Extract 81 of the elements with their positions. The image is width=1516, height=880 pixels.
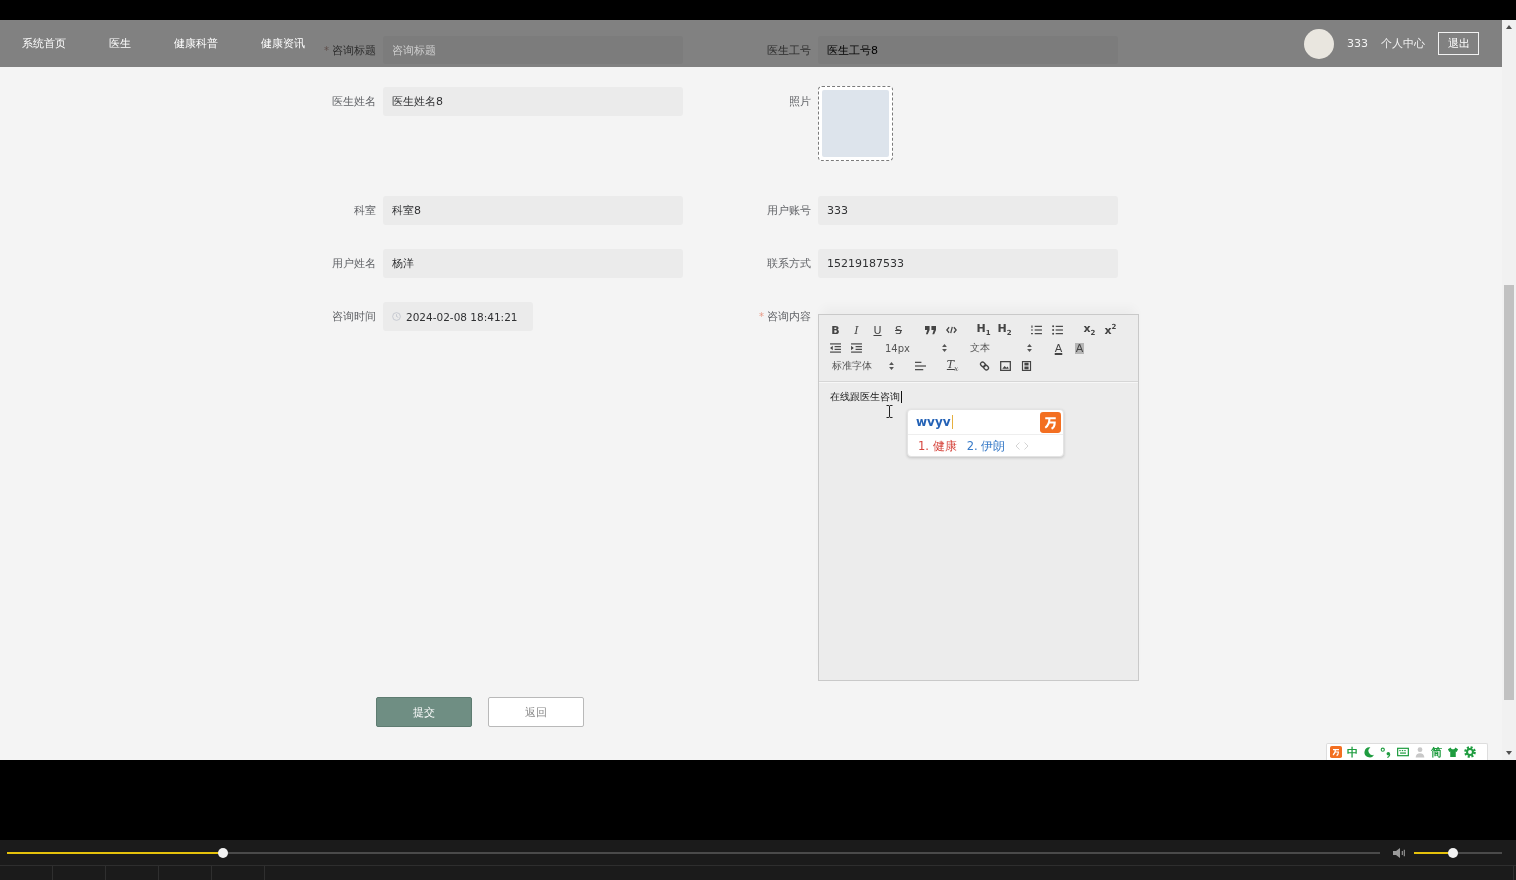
ime-candidate[interactable]: 2. 伊朗 [966, 438, 1006, 454]
align-left-icon [915, 361, 926, 371]
indent-icon [851, 343, 862, 353]
bullet-list-icon [1052, 325, 1063, 335]
field-label: 医生工号 [767, 43, 811, 58]
ime-candidate[interactable]: 1. 健康 [918, 438, 957, 454]
text-cursor-icon [886, 405, 893, 418]
image-icon [1000, 361, 1011, 371]
updown-arrows-icon [942, 344, 947, 352]
film-icon [1021, 361, 1032, 371]
submit-button[interactable]: 提交 [376, 697, 472, 727]
dropdown-select[interactable]: 标准字体 [825, 357, 899, 375]
settings-icon[interactable] [1464, 746, 1476, 758]
field-label: 医生姓名 [332, 94, 376, 109]
nav-link[interactable]: 健康科普 [174, 36, 218, 51]
scrollbar-thumb[interactable] [1504, 285, 1514, 700]
logout-button[interactable]: 退出 [1438, 32, 1479, 55]
text-field[interactable]: 杨洋 [383, 249, 683, 278]
field-label: 用户姓名 [332, 256, 376, 271]
ime-input-text: wvyv [916, 415, 951, 429]
profile-link[interactable]: 个人中心 [1381, 36, 1425, 51]
text-color-button[interactable]: A [1048, 339, 1069, 357]
script-button[interactable]: x$_{2}$ [1079, 321, 1100, 339]
keyboard-icon[interactable] [1397, 746, 1409, 758]
field-label: 照片 [789, 94, 811, 109]
code-icon [946, 325, 957, 335]
avatar[interactable] [1304, 28, 1334, 59]
clear-format-button[interactable]: T$_{x}$ [942, 357, 963, 375]
script-button[interactable]: x$^{2}$ [1100, 321, 1121, 339]
field-label: 科室 [354, 203, 376, 218]
field-label: 咨询标题 [332, 43, 376, 58]
scrollbar[interactable] [1502, 20, 1516, 760]
text-caret [951, 415, 953, 429]
ime-mode-toggle[interactable]: 简 [1431, 746, 1442, 758]
nav-link[interactable]: 健康资讯 [261, 36, 305, 51]
numbered-list-icon [1031, 325, 1042, 335]
text-field[interactable]: 医生工号8 [818, 36, 1118, 64]
field-label: 咨询内容 [767, 309, 811, 324]
seek-handle[interactable] [217, 847, 228, 858]
username: 333 [1347, 37, 1368, 50]
date-time-field[interactable]: 2024-02-08 18:41:21 [383, 302, 533, 331]
ime-logo-icon[interactable] [1040, 411, 1061, 433]
nav-link[interactable]: 系统首页 [22, 36, 66, 51]
text-caret [901, 391, 902, 403]
italic-button[interactable]: I [846, 321, 867, 339]
moon-icon[interactable] [1363, 746, 1375, 758]
bold-button[interactable]: B [825, 321, 846, 339]
outdent-icon [830, 343, 841, 353]
heading-button[interactable]: H$_{1}$ [973, 321, 994, 339]
field-label: 联系方式 [767, 256, 811, 271]
field-label: 用户账号 [767, 203, 811, 218]
ime-logo-icon[interactable] [1330, 746, 1342, 758]
photo-upload-frame[interactable] [818, 86, 893, 161]
back-button[interactable]: 返回 [488, 697, 584, 727]
dropdown-select[interactable]: 文本 [963, 339, 1037, 357]
quote-icon [925, 325, 936, 335]
text-field[interactable]: 15219187533 [818, 249, 1118, 278]
underline-button[interactable]: U [867, 321, 888, 339]
heading-button[interactable]: H$_{2}$ [994, 321, 1015, 339]
ime-mode-toggle[interactable]: 中 [1347, 746, 1358, 758]
required-mark: * [324, 45, 329, 56]
updown-arrows-icon [889, 362, 894, 370]
required-mark: * [759, 311, 764, 322]
editor-text: 在线跟医生咨询 [830, 390, 900, 404]
shirt-icon[interactable] [1447, 746, 1459, 758]
highlight-color-button[interactable]: A [1069, 339, 1090, 357]
updown-arrows-icon [1027, 344, 1032, 352]
speaker-icon[interactable] [1393, 846, 1407, 859]
strikethrough-button[interactable]: S [888, 321, 909, 339]
text-field[interactable]: 科室8 [383, 196, 683, 225]
punctuation-icon[interactable] [1380, 746, 1392, 758]
text-field[interactable]: 333 [818, 196, 1118, 225]
volume-handle[interactable] [1447, 847, 1458, 858]
text-field[interactable]: 咨询标题 [383, 36, 683, 64]
link-icon [979, 361, 990, 371]
dropdown-select[interactable]: 14px [878, 339, 952, 357]
nav-link[interactable]: 医生 [109, 36, 131, 51]
field-label: 咨询时间 [332, 309, 376, 324]
clock-icon [392, 312, 401, 321]
text-field[interactable]: 医生姓名8 [383, 87, 683, 116]
photo-placeholder [822, 90, 889, 157]
